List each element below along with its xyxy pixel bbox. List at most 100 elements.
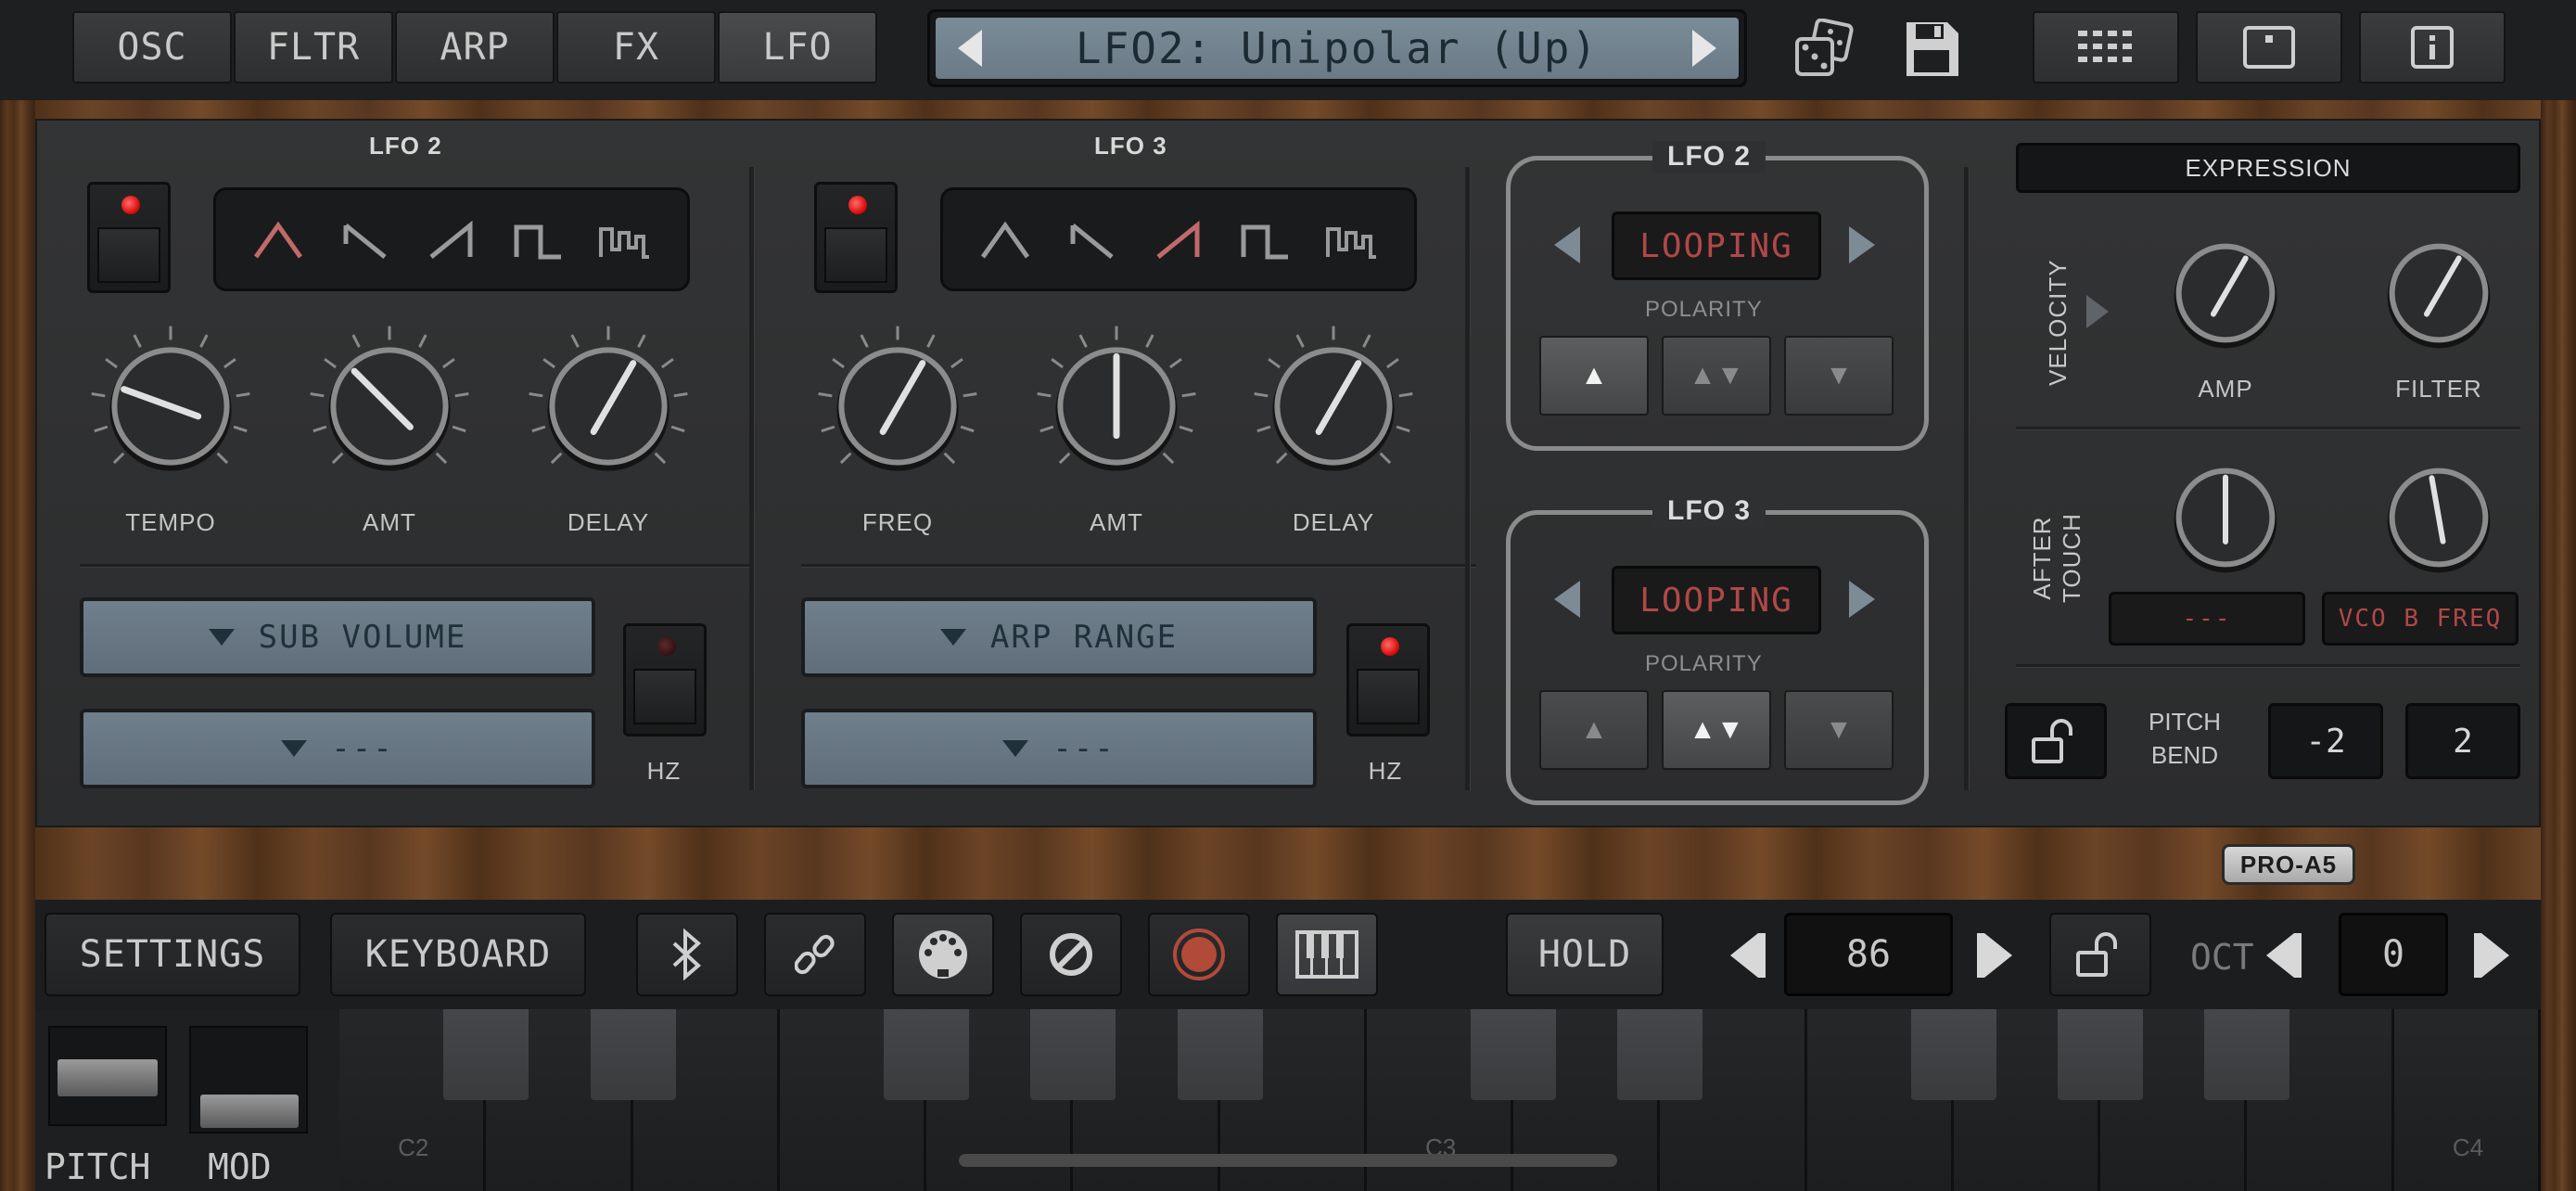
lfo3-freq-knob[interactable] bbox=[814, 323, 981, 490]
aftertouch-knob-2[interactable] bbox=[2370, 449, 2507, 586]
black-key[interactable] bbox=[1910, 1009, 1996, 1100]
lfo2-destination-1-value: SUB VOLUME bbox=[258, 619, 467, 656]
random-wave-icon[interactable] bbox=[1320, 211, 1384, 267]
velocity-filter-knob[interactable] bbox=[2370, 224, 2507, 362]
lfo3-delay-knob[interactable] bbox=[1250, 323, 1417, 490]
lfo3-title: LFO 3 bbox=[1094, 132, 1167, 160]
lfo3-led bbox=[848, 196, 867, 214]
black-key[interactable] bbox=[1177, 1009, 1263, 1100]
record-icon bbox=[1173, 928, 1225, 980]
info-button[interactable] bbox=[2359, 11, 2506, 83]
lfo2-tempo-knob[interactable] bbox=[87, 323, 254, 490]
settings-button[interactable]: SETTINGS bbox=[45, 913, 300, 996]
lfo3-mode-prev-button[interactable] bbox=[1554, 581, 1580, 618]
black-key[interactable] bbox=[1617, 1009, 1703, 1100]
grid-icon bbox=[2078, 31, 2132, 62]
velocity-increase-button[interactable] bbox=[1984, 933, 2012, 978]
lfo3-hz-switch[interactable] bbox=[1346, 623, 1430, 736]
tab-arp[interactable]: ARP bbox=[395, 11, 555, 83]
velocity-expand-icon[interactable] bbox=[2086, 295, 2109, 328]
pitch-bend-lock-button[interactable] bbox=[2005, 703, 2107, 779]
prohibit-icon bbox=[1050, 933, 1092, 976]
velocity-lock-button[interactable] bbox=[2049, 913, 2151, 996]
lfo3-destination-1[interactable]: ARP RANGE bbox=[801, 597, 1317, 677]
lfo2-divider bbox=[80, 564, 755, 568]
midi-button[interactable] bbox=[892, 913, 994, 996]
pitch-bend-down-value[interactable]: -2 bbox=[2268, 703, 2383, 779]
aftertouch-destination-1[interactable]: --- bbox=[2109, 592, 2305, 646]
preset-next-button[interactable] bbox=[1692, 30, 1716, 67]
velocity-amp-knob[interactable] bbox=[2157, 224, 2294, 362]
top-wood-trim bbox=[35, 100, 2541, 119]
lfo3-destination-2[interactable]: --- bbox=[801, 709, 1317, 788]
tab-lfo[interactable]: LFO bbox=[718, 11, 877, 83]
lfo3-mode-title: LFO 3 bbox=[1652, 495, 1766, 527]
lfo2-polarity-bipolar-button[interactable]: ▲▼ bbox=[1662, 336, 1771, 416]
tab-fltr[interactable]: FLTR bbox=[234, 11, 393, 83]
white-key[interactable] bbox=[2393, 1009, 2541, 1191]
square-wave-icon[interactable] bbox=[1233, 211, 1298, 267]
lfo2-polarity-down-button[interactable]: ▼ bbox=[1784, 336, 1894, 416]
octave-increase-button[interactable] bbox=[2481, 933, 2509, 978]
lfo2-amt-knob[interactable] bbox=[306, 323, 473, 490]
lfo3-freq-label: FREQ bbox=[861, 508, 934, 536]
record-button[interactable] bbox=[1148, 913, 1250, 996]
black-key[interactable] bbox=[443, 1009, 529, 1100]
black-key[interactable] bbox=[1030, 1009, 1116, 1100]
lfo2-mode-next-button[interactable] bbox=[1849, 226, 1875, 263]
black-key[interactable] bbox=[590, 1009, 676, 1100]
preset-prev-button[interactable] bbox=[958, 30, 982, 67]
lfo2-destination-2[interactable]: --- bbox=[80, 709, 595, 788]
black-key[interactable] bbox=[884, 1009, 970, 1100]
saw-up-wave-icon[interactable] bbox=[1146, 211, 1211, 267]
single-view-button[interactable] bbox=[2196, 11, 2342, 83]
bluetooth-button[interactable] bbox=[636, 913, 738, 996]
lfo3-amt-knob[interactable] bbox=[1033, 323, 1200, 490]
tab-osc[interactable]: OSC bbox=[72, 11, 232, 83]
preset-display: LFO2: Unipolar (Up) bbox=[927, 9, 1747, 87]
square-wave-icon[interactable] bbox=[506, 211, 571, 267]
mod-wheel[interactable] bbox=[189, 1026, 308, 1133]
panic-button[interactable] bbox=[1020, 913, 1122, 996]
keyboard-button[interactable]: KEYBOARD bbox=[330, 913, 586, 996]
triangle-wave-icon[interactable] bbox=[973, 211, 1038, 267]
tab-fx[interactable]: FX bbox=[556, 11, 716, 83]
lfo2-hz-switch[interactable] bbox=[623, 623, 707, 736]
lfo3-polarity-down-button[interactable]: ▼ bbox=[1784, 690, 1894, 770]
lfo2-destination-1[interactable]: SUB VOLUME bbox=[80, 597, 595, 677]
keyboard-view-button[interactable] bbox=[1276, 913, 1378, 996]
hold-button[interactable]: HOLD bbox=[1506, 913, 1664, 996]
aftertouch-knob-1[interactable] bbox=[2157, 449, 2294, 586]
saw-down-wave-icon[interactable] bbox=[1059, 211, 1124, 267]
lfo2-polarity-up-button[interactable]: ▲ bbox=[1539, 336, 1649, 416]
lfo-panel: LFO 2 TEMPO AMT DELAY SUB VOLUME --- HZ … bbox=[35, 119, 2541, 827]
black-key[interactable] bbox=[2058, 1009, 2144, 1100]
black-key[interactable] bbox=[2204, 1009, 2290, 1100]
lfo3-polarity-up-button[interactable]: ▲ bbox=[1539, 690, 1649, 770]
section-divider-1 bbox=[749, 167, 755, 790]
link-button[interactable] bbox=[764, 913, 866, 996]
lfo2-mode-prev-button[interactable] bbox=[1554, 226, 1580, 263]
save-icon[interactable] bbox=[1901, 19, 1962, 80]
dice-icon[interactable] bbox=[1793, 18, 1855, 80]
lfo2-delay-knob[interactable] bbox=[525, 323, 692, 490]
lfo2-mode-display: LOOPING bbox=[1612, 211, 1821, 280]
square-dot-icon bbox=[2243, 26, 2295, 69]
aftertouch-destination-2[interactable]: VCO B FREQ bbox=[2322, 592, 2519, 646]
lfo3-amt-label: AMT bbox=[1090, 508, 1143, 536]
velocity-decrease-button[interactable] bbox=[1730, 933, 1758, 978]
octave-decrease-button[interactable] bbox=[2266, 933, 2294, 978]
saw-down-wave-icon[interactable] bbox=[332, 211, 397, 267]
pitch-bend-up-value[interactable]: 2 bbox=[2405, 703, 2520, 779]
saw-up-wave-icon[interactable] bbox=[419, 211, 484, 267]
lfo3-mode-next-button[interactable] bbox=[1849, 581, 1875, 618]
lfo3-polarity-bipolar-button[interactable]: ▲▼ bbox=[1662, 690, 1771, 770]
random-wave-icon[interactable] bbox=[593, 211, 657, 267]
triangle-wave-icon[interactable] bbox=[246, 211, 311, 267]
lfo3-enable-switch[interactable] bbox=[814, 182, 898, 293]
black-key[interactable] bbox=[1471, 1009, 1557, 1100]
grid-view-button[interactable] bbox=[2033, 11, 2179, 83]
lfo2-enable-switch[interactable] bbox=[87, 182, 171, 293]
pitch-bend-label-line-2: BEND bbox=[2150, 741, 2219, 769]
pitch-wheel[interactable] bbox=[48, 1026, 167, 1126]
